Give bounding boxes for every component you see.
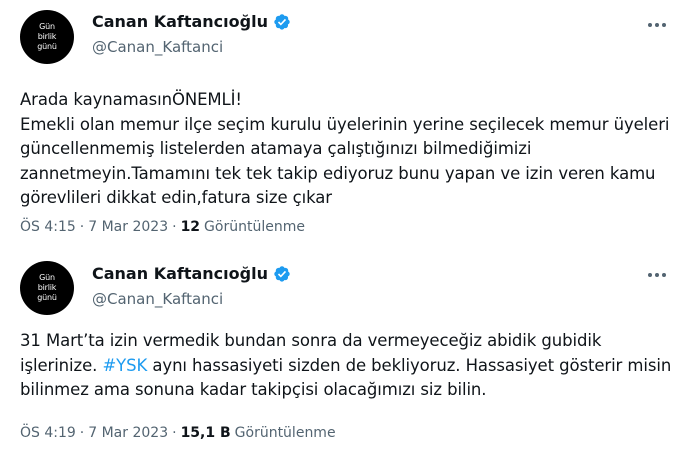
avatar-text-line: birlik [37, 32, 57, 41]
author-row: Canan Kaftancıoğlu [92, 12, 291, 31]
tweet-time[interactable]: ÖS 4:15 [20, 219, 76, 235]
meta-separator: · [172, 425, 177, 441]
author-row: Canan Kaftancıoğlu [92, 264, 291, 283]
avatar-text-line: Gün [39, 273, 55, 282]
more-options-icon[interactable] [646, 264, 668, 286]
views-count: 15,1 B [180, 425, 231, 441]
avatar-text-line: günü [37, 42, 57, 51]
avatar-text-line: birlik [37, 283, 57, 292]
tweet-text: Arada kaynamasınÖNEMLİ! Emekli olan memu… [20, 90, 670, 207]
user-handle[interactable]: @Canan_Kaftanci [92, 290, 223, 308]
user-handle[interactable]: @Canan_Kaftanci [92, 38, 223, 56]
verified-badge-icon [274, 265, 290, 282]
tweet-date[interactable]: 7 Mar 2023 [88, 219, 168, 235]
hashtag-link[interactable]: #YSK [102, 356, 147, 375]
verified-badge-icon [274, 13, 290, 30]
meta-separator: · [172, 219, 177, 235]
display-name[interactable]: Canan Kaftancıoğlu [92, 264, 268, 283]
tweet-card[interactable]: Gün birlik günü Canan Kaftancıoğlu @Cana… [0, 0, 690, 246]
tweet-text: 31 Mart’ta izin vermedik bundan sonra da… [20, 329, 676, 403]
views-count: 12 [180, 219, 201, 235]
avatar[interactable]: Gün birlik günü [20, 10, 74, 64]
avatar[interactable]: Gün birlik günü [20, 261, 74, 315]
avatar-text-line: günü [37, 293, 57, 302]
tweet-time[interactable]: ÖS 4:19 [20, 425, 76, 441]
display-name[interactable]: Canan Kaftancıoğlu [92, 12, 268, 31]
views-label: Görüntülenme [204, 219, 305, 235]
tweet-date[interactable]: 7 Mar 2023 [88, 425, 168, 441]
views-label: Görüntülenme [234, 425, 336, 441]
tweet-card[interactable]: Gün birlik günü Canan Kaftancıoğlu @Cana… [0, 246, 690, 450]
meta-separator: · [79, 219, 85, 235]
tweet-meta: ÖS 4:19 · 7 Mar 2023 · 15,1 B Görüntülen… [20, 425, 336, 441]
more-options-icon[interactable] [646, 14, 668, 36]
tweet-meta: ÖS 4:15 · 7 Mar 2023 · 12 Görüntülenme [20, 219, 305, 235]
avatar-text-line: Gün [39, 22, 55, 31]
meta-separator: · [79, 425, 85, 441]
